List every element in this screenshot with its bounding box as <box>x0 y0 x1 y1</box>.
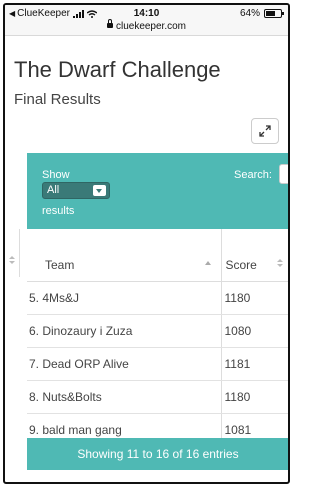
search-input[interactable] <box>279 164 288 184</box>
page-size-value: All <box>47 184 60 196</box>
battery-icon <box>264 9 284 18</box>
sort-ascending-icon <box>204 261 211 265</box>
search-label: Search: <box>234 169 272 181</box>
results-table: Team Score 5. 4Ms&J 1180 6. Dinozaury i … <box>27 229 288 447</box>
sort-icon[interactable] <box>9 256 15 266</box>
page-subtitle: Final Results <box>14 91 101 108</box>
address-bar[interactable]: cluekeeper.com <box>5 19 288 32</box>
status-right: 64% <box>239 8 284 19</box>
team-column-header[interactable]: Team <box>27 249 222 282</box>
battery-percent: 64% <box>239 8 260 19</box>
phone-screen: ◀ ClueKeeper 14:10 cluekeeper.com 64% Th… <box>3 3 290 484</box>
sort-icon <box>276 259 283 269</box>
table-row: 6. Dinozaury i Zuza 1080 <box>27 314 288 348</box>
table-controls: Show All results Search: <box>27 153 288 229</box>
page-size-select[interactable]: All <box>42 182 110 199</box>
score-cell: 1181 <box>221 347 288 381</box>
table-row: 7. Dead ORP Alive 1181 <box>27 347 288 381</box>
entries-info: Showing 11 to 16 of 16 entries <box>77 447 239 461</box>
team-column-label: Team <box>45 258 75 272</box>
url-text: cluekeeper.com <box>115 21 187 32</box>
results-label: results <box>42 205 75 217</box>
fixed-column-divider <box>19 229 20 277</box>
score-cell: 1080 <box>221 314 288 348</box>
page-title: The Dwarf Challenge <box>14 57 221 82</box>
team-cell: 5. 4Ms&J <box>27 281 222 315</box>
team-cell: 7. Dead ORP Alive <box>27 347 222 381</box>
expand-arrows-icon <box>259 125 271 137</box>
team-cell: 8. Nuts&Bolts <box>27 380 222 414</box>
team-cell: 6. Dinozaury i Zuza <box>27 314 222 348</box>
table-row: 8. Nuts&Bolts 1180 <box>27 380 288 414</box>
header-spacer <box>27 229 222 249</box>
expand-button[interactable] <box>251 118 279 144</box>
score-column-header[interactable]: Score <box>221 249 288 282</box>
score-column-label: Score <box>225 258 257 272</box>
lock-icon <box>106 19 113 28</box>
show-label: Show <box>42 169 70 181</box>
score-cell: 1180 <box>221 281 288 315</box>
chevron-down-icon <box>93 185 106 196</box>
table-row: 5. 4Ms&J 1180 <box>27 281 288 315</box>
header-spacer <box>221 229 288 249</box>
status-bar: ◀ ClueKeeper 14:10 cluekeeper.com 64% <box>5 5 288 36</box>
score-cell: 1180 <box>221 380 288 414</box>
table-info-footer: Showing 11 to 16 of 16 entries <box>27 438 288 470</box>
